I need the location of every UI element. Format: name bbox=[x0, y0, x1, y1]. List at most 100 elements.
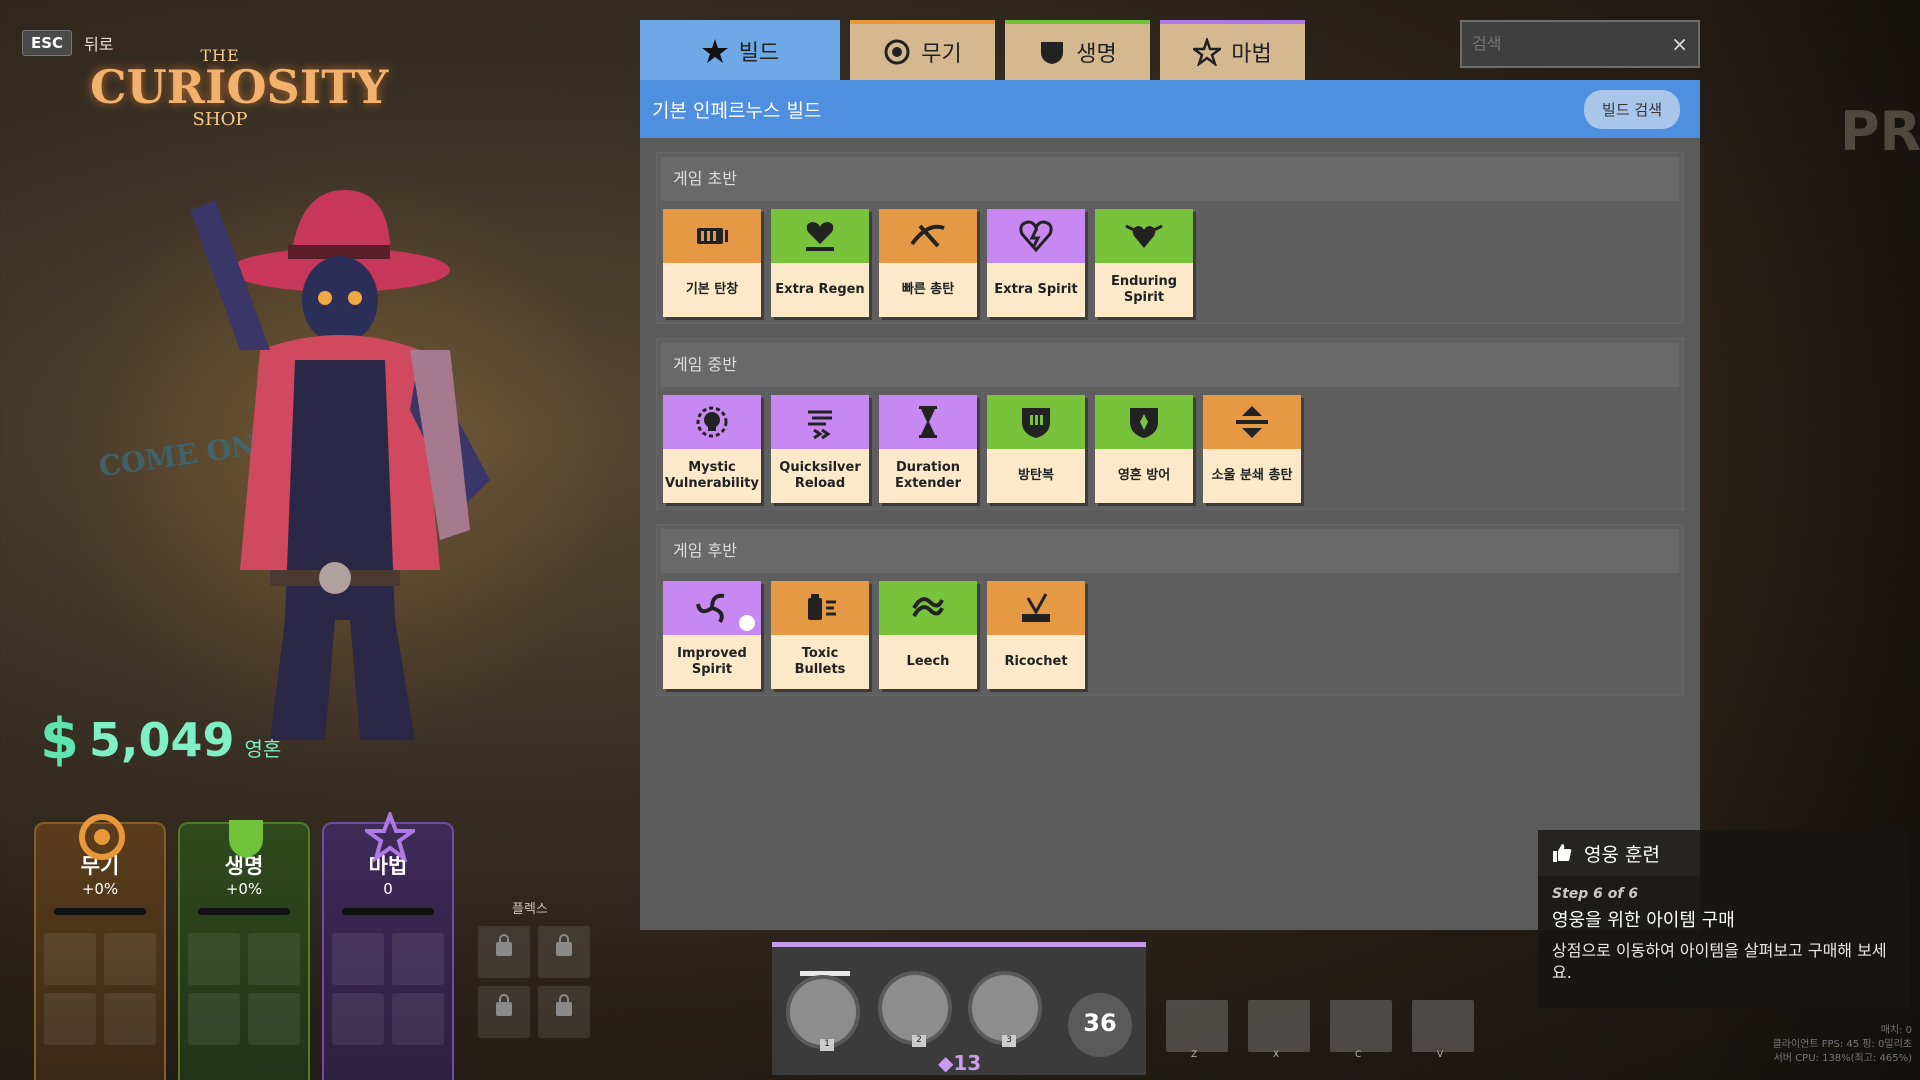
item-card[interactable]: Leech bbox=[879, 581, 977, 689]
item-card[interactable]: Quicksilver Reload bbox=[771, 395, 869, 503]
weapon-slot[interactable] bbox=[44, 933, 96, 985]
item-card[interactable]: 방탄복 bbox=[987, 395, 1085, 503]
build-panel: 기본 인페르누스 빌드 빌드 검색 게임 초반 기본 탄창 Extra Rege… bbox=[640, 80, 1700, 930]
item-label: Toxic Bullets bbox=[794, 646, 846, 677]
item-card[interactable]: Toxic Bullets bbox=[771, 581, 869, 689]
vitality-slot[interactable] bbox=[188, 933, 240, 985]
flex-slot-locked[interactable] bbox=[478, 986, 530, 1038]
lock-icon bbox=[496, 934, 512, 956]
item-card[interactable]: 영혼 방어 bbox=[1095, 395, 1193, 503]
spirit-slot[interactable] bbox=[332, 933, 384, 985]
spirit-slot[interactable] bbox=[392, 993, 444, 1045]
vitality-slot[interactable] bbox=[248, 933, 300, 985]
lock-icon bbox=[556, 994, 572, 1016]
item-label: 기본 탄창 bbox=[685, 282, 739, 297]
weapon-slot[interactable] bbox=[104, 933, 156, 985]
build-search-button[interactable]: 빌드 검색 bbox=[1584, 89, 1680, 129]
ultimate-ability-button[interactable]: 36 bbox=[1068, 993, 1132, 1057]
tutorial-text: 상점으로 이동하여 아이템을 살펴보고 구매해 보세요. bbox=[1552, 941, 1887, 982]
spirit-slot[interactable] bbox=[392, 933, 444, 985]
flex-slot-locked[interactable] bbox=[478, 926, 530, 978]
vitality-stat-panel[interactable]: 생명 +0% bbox=[178, 820, 310, 1080]
item-label: Extra Regen bbox=[775, 282, 865, 297]
item-card[interactable]: 기본 탄창 bbox=[663, 209, 761, 317]
active-item-slot[interactable]: C bbox=[1330, 1000, 1392, 1060]
item-card[interactable]: Ricochet bbox=[987, 581, 1085, 689]
section-title: 게임 중반 bbox=[661, 343, 1679, 387]
flex-slot-locked[interactable] bbox=[538, 986, 590, 1038]
weapon-icon bbox=[79, 814, 125, 860]
perf-line: 서버 CPU: 138%(최고: 465%) bbox=[1773, 1053, 1912, 1064]
weapon-icon bbox=[884, 39, 910, 65]
flex-slots bbox=[478, 926, 590, 1038]
item-label: Ricochet bbox=[1004, 654, 1068, 669]
tab-vitality-label: 생명 bbox=[1076, 42, 1117, 67]
reload-icon bbox=[808, 410, 832, 440]
ability-1-button[interactable]: 1 bbox=[786, 975, 860, 1051]
tab-weapon-label: 무기 bbox=[921, 42, 962, 67]
item-card[interactable]: Extra Spirit bbox=[987, 209, 1085, 317]
item-label: 소울 분쇄 총탄 bbox=[1211, 468, 1293, 483]
item-card[interactable]: Improved Spirit bbox=[663, 581, 761, 689]
slot-key: V bbox=[1437, 1050, 1444, 1060]
souls-counter: $ 5,049 영혼 bbox=[40, 712, 281, 768]
clear-search-icon[interactable]: × bbox=[1671, 32, 1688, 56]
ammo-icon bbox=[697, 228, 728, 244]
swirl-icon bbox=[696, 593, 725, 624]
perf-line: 매치: 0 bbox=[1880, 1025, 1912, 1036]
logo-line-2: CURIOSITY bbox=[90, 60, 389, 114]
tab-spirit-label: 마법 bbox=[1231, 42, 1272, 67]
slot-key: X bbox=[1273, 1050, 1280, 1060]
item-card[interactable]: 빠른 총탄 bbox=[879, 209, 977, 317]
tab-weapon[interactable]: 무기 bbox=[850, 20, 995, 80]
weapon-slot[interactable] bbox=[104, 993, 156, 1045]
spirit-heart-icon bbox=[1019, 220, 1053, 253]
flex-slot-locked[interactable] bbox=[538, 926, 590, 978]
active-item-slot[interactable]: Z bbox=[1166, 1000, 1228, 1060]
vitality-slot[interactable] bbox=[248, 993, 300, 1045]
spirit-icon bbox=[365, 812, 415, 862]
spirit-slot[interactable] bbox=[332, 993, 384, 1045]
ability-2-button[interactable]: 2 bbox=[878, 971, 952, 1047]
item-cards: Improved Spirit Toxic Bullets Leech Rico… bbox=[657, 577, 1683, 695]
bullet-icon bbox=[910, 224, 945, 248]
lock-icon bbox=[556, 934, 572, 956]
star-icon bbox=[701, 39, 728, 63]
tab-vitality[interactable]: 생명 bbox=[1005, 20, 1150, 80]
active-item-slots: Z X C V bbox=[1166, 1000, 1474, 1060]
spirit-stat-value: 0 bbox=[383, 880, 393, 898]
winged-heart-icon bbox=[1125, 224, 1163, 248]
section-title: 게임 초반 bbox=[661, 157, 1679, 201]
ability-3-button[interactable]: 3 bbox=[968, 971, 1042, 1047]
vitality-slot[interactable] bbox=[188, 993, 240, 1045]
item-card[interactable]: Mystic Vulnerability bbox=[663, 395, 761, 503]
weapon-slot[interactable] bbox=[44, 993, 96, 1045]
tutorial-title: 영웅 훈련 bbox=[1584, 843, 1660, 866]
spirit-progress-bar bbox=[342, 908, 434, 915]
esc-key-button[interactable]: ESC bbox=[22, 30, 73, 56]
item-cards: Mystic Vulnerability Quicksilver Reload … bbox=[657, 391, 1683, 509]
vitality-progress-bar bbox=[198, 908, 290, 915]
item-card[interactable]: 소울 분쇄 총탄 bbox=[1203, 395, 1301, 503]
tab-spirit[interactable]: 마법 bbox=[1160, 20, 1305, 80]
perf-line: 클라이언트 FPS: 45 핑: 0밀리초 bbox=[1772, 1039, 1912, 1050]
active-item-slot[interactable]: V bbox=[1412, 1000, 1474, 1060]
bullet-armor-icon bbox=[1022, 408, 1050, 438]
build-header: 기본 인페르누스 빌드 빌드 검색 bbox=[640, 80, 1700, 138]
search-input[interactable] bbox=[1462, 22, 1664, 64]
toxic-icon bbox=[808, 594, 836, 620]
item-label: Enduring Spirit bbox=[1110, 274, 1178, 305]
tab-build[interactable]: 빌드 bbox=[640, 20, 840, 82]
item-card[interactable]: Extra Regen bbox=[771, 209, 869, 317]
item-label: Quicksilver Reload bbox=[779, 460, 861, 491]
weapon-stat-panel[interactable]: 무기 +0% bbox=[34, 814, 166, 1080]
performance-stats: 매치: 0 클라이언트 FPS: 45 핑: 0밀리초 서버 CPU: 138%… bbox=[1730, 1024, 1912, 1066]
item-card[interactable]: Enduring Spirit bbox=[1095, 209, 1193, 317]
active-item-slot[interactable]: X bbox=[1248, 1000, 1310, 1060]
spirit-stat-panel[interactable]: 마법 0 bbox=[322, 812, 454, 1080]
tutorial-body: Step 6 of 6 영웅을 위한 아이템 구매 상점으로 이동하여 아이템을… bbox=[1538, 876, 1910, 994]
section-late-game: 게임 후반 Improved Spirit Toxic Bullets Leec… bbox=[656, 524, 1684, 696]
weapon-slots bbox=[36, 933, 164, 1045]
item-label: 영혼 방어 bbox=[1117, 468, 1171, 483]
item-card[interactable]: Duration Extender bbox=[879, 395, 977, 503]
